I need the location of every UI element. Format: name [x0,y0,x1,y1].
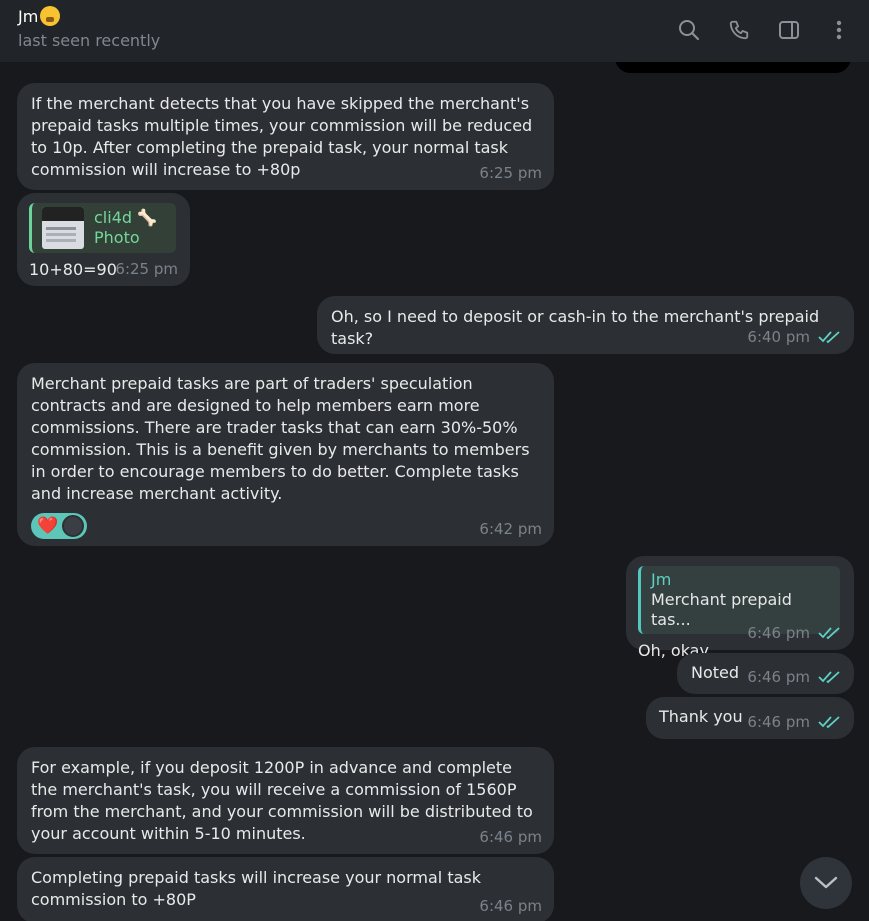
reaction-chip[interactable]: ❤️ [31,513,88,539]
message-text: Completing prepaid tasks will increase y… [31,868,487,909]
message-bubble[interactable]: Noted 6:46 pm [677,653,854,694]
message-bubble[interactable]: Jm Merchant prepaid tas... Oh, okay 6:46… [626,556,854,660]
message-bubble[interactable]: cli4d 🦴 Photo 10+80=90 6:25 pm [17,193,190,286]
reply-preview[interactable]: cli4d 🦴 Photo [29,203,176,253]
chat-header: Jm last seen recently [0,0,869,62]
contact-name[interactable]: Jm [18,7,38,26]
message-time: 6:25 pm [479,164,542,182]
read-check-icon [818,716,840,729]
message-time: 6:40 pm [747,328,810,346]
message-time: 6:25 pm [115,260,178,278]
search-icon[interactable] [673,14,705,46]
message-bubble[interactable]: Oh, so I need to deposit or cash-in to t… [317,296,854,354]
message-time: 6:46 pm [479,897,542,915]
reply-preview-text: Photo [94,228,140,247]
message-bubble[interactable]: Merchant prepaid tasks are part of trade… [17,363,554,546]
phone-icon[interactable] [723,14,755,46]
contact-name-row[interactable]: Jm [18,6,61,26]
message-time: 6:46 pm [747,668,810,686]
message-text: For example, if you deposit 1200P in adv… [31,758,538,843]
read-check-icon [818,627,840,640]
message-bubble[interactable]: For example, if you deposit 1200P in adv… [17,747,554,854]
message-time: 6:42 pm [479,520,542,538]
message-text: If the merchant detects that you have sk… [31,94,538,179]
message-time: 6:46 pm [747,713,810,731]
message-bubble[interactable]: If the merchant detects that you have sk… [17,83,554,190]
message-bubble[interactable]: Thank you 6:46 pm [646,697,854,739]
message-time: 6:46 pm [747,624,810,642]
message-bubble[interactable]: Completing prepaid tasks will increase y… [17,857,554,921]
emoji-status-icon [40,6,61,26]
message-text: Merchant prepaid tasks are part of trade… [31,374,535,503]
photo-thumbnail [42,207,84,249]
heart-reaction-icon: ❤️ [37,516,59,536]
scroll-to-bottom-button[interactable] [800,857,852,909]
read-check-icon [818,671,840,684]
message-list[interactable]: If the merchant detects that you have sk… [0,62,869,921]
header-actions [673,14,855,46]
read-check-icon [818,331,840,344]
chevron-down-icon [814,876,838,889]
previous-message-fragment [615,62,851,73]
sidebar-toggle-icon[interactable] [773,14,805,46]
reply-author: cli4d 🦴 [94,208,158,227]
message-time: 6:46 pm [479,828,542,846]
more-vertical-icon[interactable] [823,14,855,46]
last-seen-status: last seen recently [18,31,161,50]
reactor-avatar [62,515,85,537]
reply-author: Jm [651,570,672,589]
